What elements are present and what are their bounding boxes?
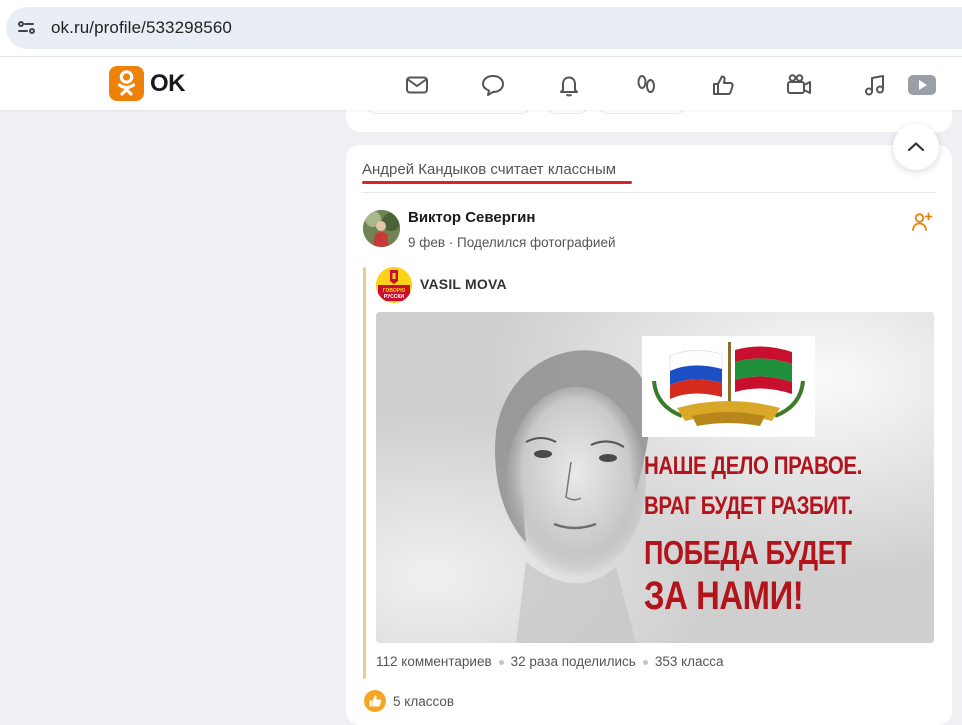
- mail-icon[interactable]: [403, 71, 431, 99]
- shares-count[interactable]: 32 раза поделились: [511, 654, 636, 669]
- play-icon[interactable]: [907, 71, 937, 99]
- video-icon[interactable]: [785, 71, 813, 99]
- likes-count[interactable]: 5 классов: [393, 694, 454, 709]
- site-header: OK: [0, 56, 962, 110]
- browser-bar: ok.ru/profile/533298560: [0, 0, 962, 56]
- heading-underline: [362, 181, 632, 184]
- post-heading[interactable]: Андрей Кандыков считает классным: [362, 161, 616, 178]
- chat-icon[interactable]: [479, 71, 507, 99]
- url-text[interactable]: ok.ru/profile/533298560: [51, 18, 232, 38]
- group-name[interactable]: VASIL MOVA: [420, 276, 507, 292]
- separator-dot: [642, 659, 648, 665]
- svg-text:РУССКИ: РУССКИ: [384, 294, 405, 300]
- repost-indicator: [363, 267, 366, 679]
- feed-post-card: Андрей Кандыков считает классным Виктор …: [346, 145, 952, 725]
- like-icon[interactable]: [709, 71, 737, 99]
- comments-count[interactable]: 112 комментариев: [376, 654, 492, 669]
- image-slogan-line: ПОБЕДА БУДЕТ: [644, 534, 852, 571]
- add-friend-icon[interactable]: [911, 211, 933, 233]
- likes-row[interactable]: 5 классов: [364, 690, 454, 712]
- ok-logo-icon[interactable]: [109, 66, 144, 101]
- scroll-top-button[interactable]: [893, 124, 939, 170]
- chevron-up-icon: [907, 142, 925, 152]
- address-bar[interactable]: ok.ru/profile/533298560: [6, 7, 962, 49]
- image-slogan-line: ВРАГ БУДЕТ РАЗБИТ.: [644, 492, 853, 520]
- classes-count[interactable]: 353 класса: [655, 654, 724, 669]
- group-avatar[interactable]: ГОВОРЮ РУССКИ: [376, 267, 412, 303]
- author-avatar[interactable]: [363, 210, 400, 247]
- image-slogan-line: ЗА НАМИ!: [644, 574, 804, 618]
- site-settings-icon[interactable]: [18, 21, 36, 35]
- bell-icon[interactable]: [555, 71, 583, 99]
- author-name[interactable]: Виктор Севергин: [408, 209, 535, 226]
- divider: [362, 192, 936, 193]
- post-meta: 9 фев · Поделился фотографией: [408, 235, 616, 250]
- flags-emblem: [642, 336, 815, 437]
- post-photo[interactable]: НАШЕ ДЕЛО ПРАВОЕ. ВРАГ БУДЕТ РАЗБИТ. ПОБ…: [376, 312, 934, 643]
- post-stats: 112 комментариев 32 раза поделились 353 кл…: [376, 654, 724, 669]
- image-slogan-line: НАШЕ ДЕЛО ПРАВОЕ.: [644, 452, 862, 480]
- music-icon[interactable]: [861, 71, 889, 99]
- previous-post-bottom: [346, 100, 952, 132]
- ok-wordmark[interactable]: OK: [150, 70, 186, 98]
- guests-icon[interactable]: [632, 71, 660, 99]
- thumbs-up-icon: [364, 690, 386, 712]
- separator-dot: [498, 659, 504, 665]
